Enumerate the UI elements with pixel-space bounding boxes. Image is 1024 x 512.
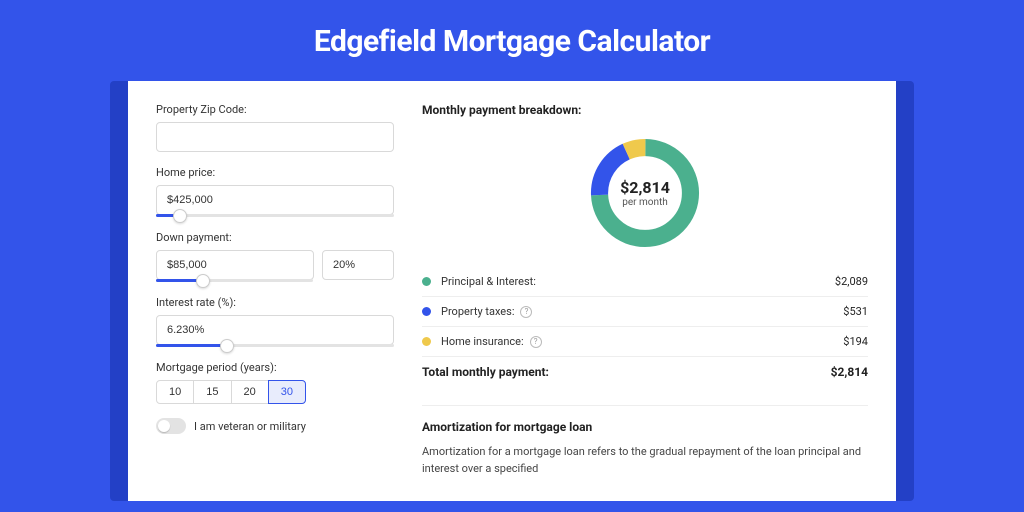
down-payment-input[interactable]: [156, 250, 314, 280]
veteran-toggle[interactable]: [156, 418, 186, 434]
home-price-input[interactable]: [156, 185, 394, 215]
breakdown-value: $194: [843, 335, 868, 348]
amortization-section: Amortization for mortgage loan Amortizat…: [422, 405, 868, 477]
donut-wrap: $2,814 per month: [422, 127, 868, 267]
help-icon[interactable]: ?: [520, 306, 532, 318]
period-30-button[interactable]: 30: [268, 380, 306, 404]
toggle-thumb: [158, 420, 170, 432]
breakdown-label: Property taxes: ?: [441, 305, 532, 318]
veteran-label: I am veteran or military: [194, 420, 306, 433]
home-price-group: Home price:: [156, 166, 394, 217]
breakdown-value: $531: [843, 305, 868, 318]
veteran-row: I am veteran or military: [156, 418, 394, 434]
interest-slider[interactable]: [156, 344, 394, 347]
help-icon[interactable]: ?: [530, 336, 542, 348]
breakdown-label-text: Home insurance:: [441, 335, 524, 348]
slider-thumb[interactable]: [173, 209, 187, 223]
zip-group: Property Zip Code:: [156, 103, 394, 152]
total-label: Total monthly payment:: [422, 365, 549, 379]
home-price-label: Home price:: [156, 166, 394, 179]
down-payment-pct-input[interactable]: [322, 250, 394, 280]
down-payment-slider[interactable]: [156, 279, 313, 282]
period-15-button[interactable]: 15: [193, 380, 231, 404]
donut-chart: $2,814 per month: [585, 133, 705, 253]
interest-input[interactable]: [156, 315, 394, 345]
slider-fill: [156, 344, 227, 347]
zip-label: Property Zip Code:: [156, 103, 394, 116]
page-title: Edgefield Mortgage Calculator: [0, 0, 1024, 81]
breakdown-value: $2,089: [835, 275, 868, 288]
breakdown-label-text: Property taxes:: [441, 305, 514, 318]
interest-label: Interest rate (%):: [156, 296, 394, 309]
breakdown-label: Home insurance: ?: [441, 335, 542, 348]
dot-icon: [422, 277, 431, 286]
total-value: $2,814: [831, 365, 868, 379]
donut-sub: per month: [622, 197, 668, 208]
donut-center: $2,814 per month: [585, 133, 705, 253]
card-shadow: Property Zip Code: Home price: Down paym…: [110, 81, 914, 501]
period-group: Mortgage period (years): 10 15 20 30: [156, 361, 394, 404]
breakdown-label: Principal & Interest:: [441, 275, 536, 288]
form-column: Property Zip Code: Home price: Down paym…: [156, 103, 394, 501]
dot-icon: [422, 337, 431, 346]
down-payment-label: Down payment:: [156, 231, 394, 244]
slider-thumb[interactable]: [220, 339, 234, 353]
breakdown-row-taxes: Property taxes: ? $531: [422, 297, 868, 327]
breakdown-heading: Monthly payment breakdown:: [422, 103, 868, 117]
calculator-card: Property Zip Code: Home price: Down paym…: [128, 81, 896, 501]
zip-input[interactable]: [156, 122, 394, 152]
breakdown-row-principal: Principal & Interest: $2,089: [422, 267, 868, 297]
breakdown-row-insurance: Home insurance: ? $194: [422, 327, 868, 357]
slider-thumb[interactable]: [196, 274, 210, 288]
dot-icon: [422, 307, 431, 316]
amortization-title: Amortization for mortgage loan: [422, 420, 868, 434]
breakdown-total-row: Total monthly payment: $2,814: [422, 357, 868, 387]
home-price-slider[interactable]: [156, 214, 394, 217]
period-label: Mortgage period (years):: [156, 361, 394, 374]
amortization-text: Amortization for a mortgage loan refers …: [422, 444, 868, 477]
period-buttons: 10 15 20 30: [156, 380, 394, 404]
breakdown-list: Principal & Interest: $2,089 Property ta…: [422, 267, 868, 387]
period-10-button[interactable]: 10: [156, 380, 194, 404]
interest-group: Interest rate (%):: [156, 296, 394, 347]
donut-value: $2,814: [620, 178, 670, 197]
down-payment-group: Down payment:: [156, 231, 394, 282]
breakdown-column: Monthly payment breakdown: $2,814 per mo…: [422, 103, 868, 501]
period-20-button[interactable]: 20: [231, 380, 269, 404]
